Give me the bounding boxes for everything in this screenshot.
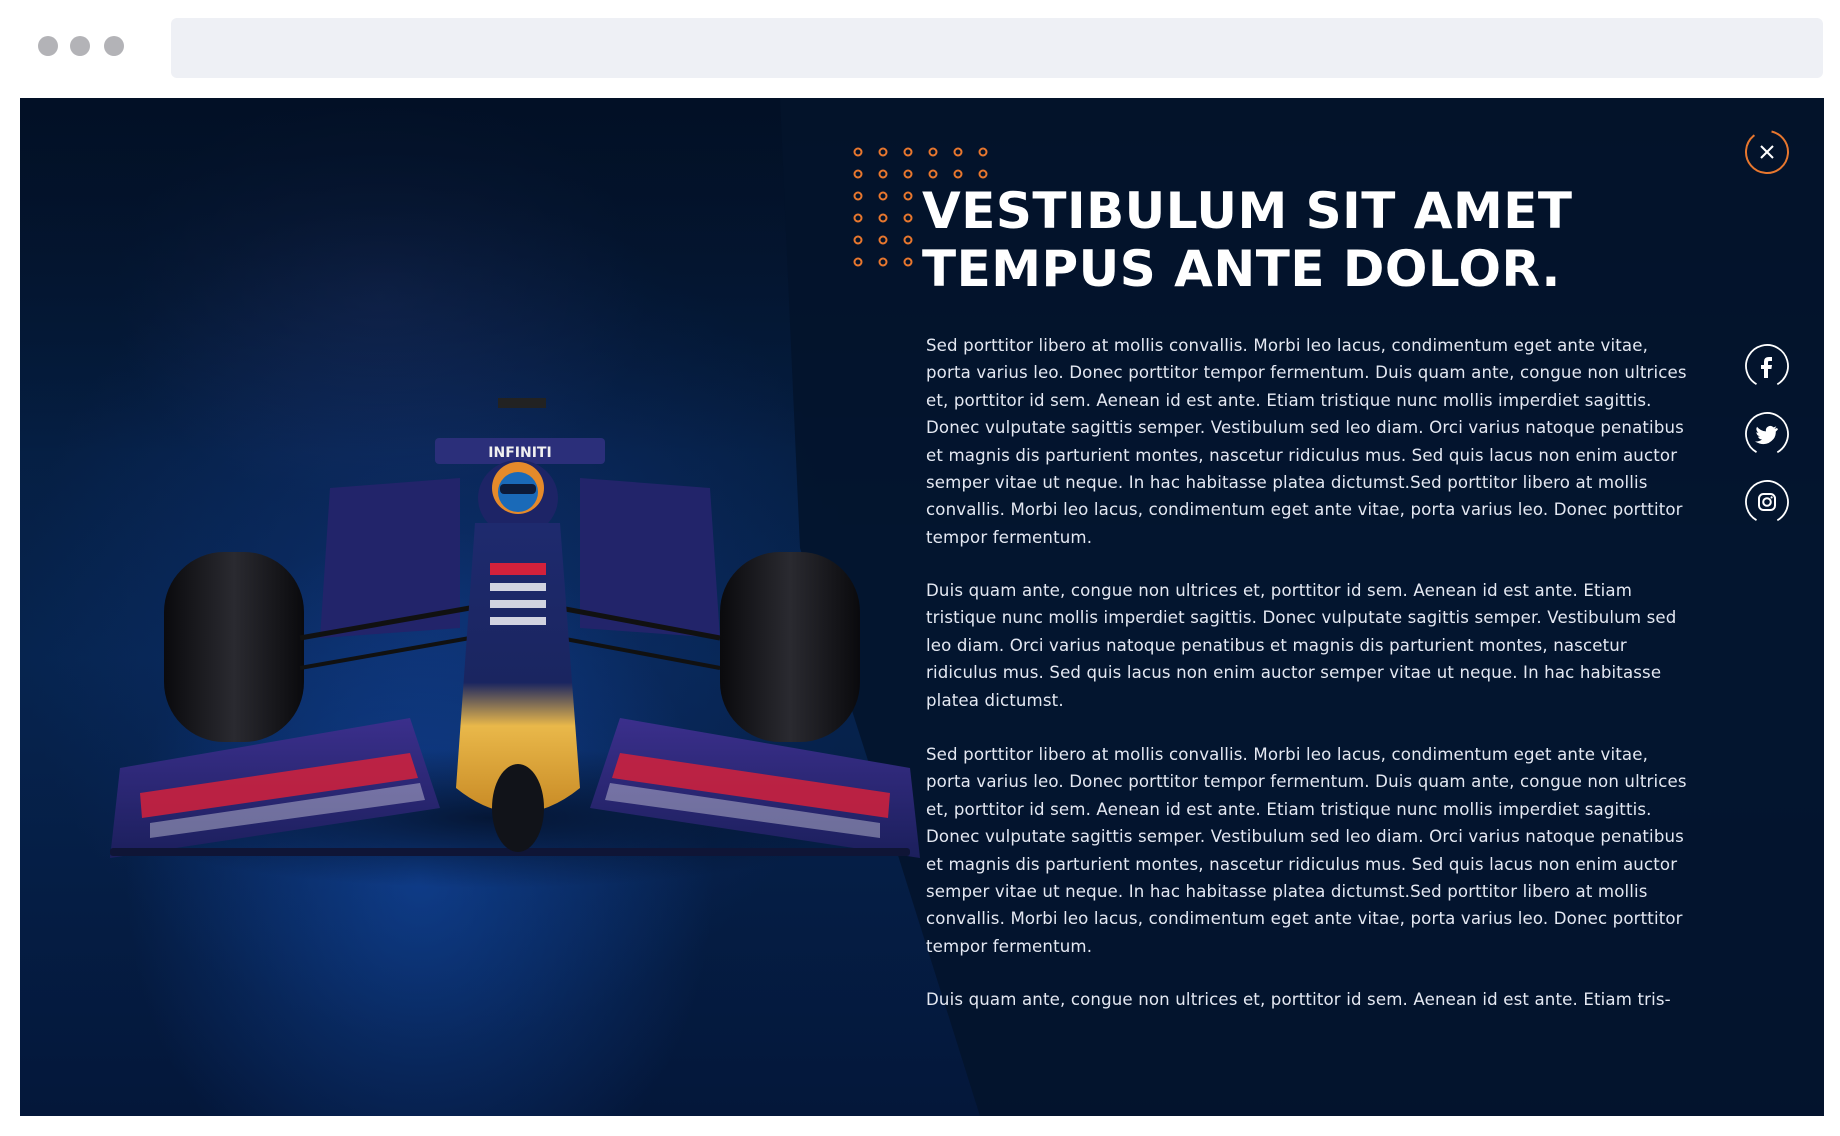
body-paragraph-1: Sed porttitor libero at mollis convallis… [926,336,1687,547]
body-paragraph-3: Sed porttitor libero at mollis convallis… [926,745,1687,956]
twitter-button[interactable] [1744,411,1790,457]
window-dot-2[interactable] [70,36,90,56]
formula-one-car: INFINITI [110,398,920,858]
window-dot-3[interactable] [104,36,124,56]
body-paragraph-2: Duis quam ante, congue non ultrices et, … [926,581,1677,710]
address-bar[interactable] [171,18,1823,78]
instagram-icon [1745,480,1789,524]
page-title-line-1: VESTIBULUM SIT AMET [922,182,1573,240]
hero-stage: INFINITI VESTIBULUM SIT AMET TEMPUS ANTE… [20,98,1824,1116]
browser-toolbar [0,0,1840,98]
page-title-line-2: TEMPUS ANTE DOLOR. [922,240,1561,298]
close-icon [1745,130,1789,174]
close-button[interactable] [1744,129,1790,175]
facebook-button[interactable] [1744,343,1790,389]
facebook-icon [1745,344,1789,388]
page-title: VESTIBULUM SIT AMET TEMPUS ANTE DOLOR. [922,182,1682,298]
body-paragraph-4: Duis quam ante, congue non ultrices et, … [926,990,1671,1009]
twitter-icon [1745,412,1789,456]
window-dot-1[interactable] [38,36,58,56]
svg-text:INFINITI: INFINITI [488,445,551,461]
instagram-button[interactable] [1744,479,1790,525]
